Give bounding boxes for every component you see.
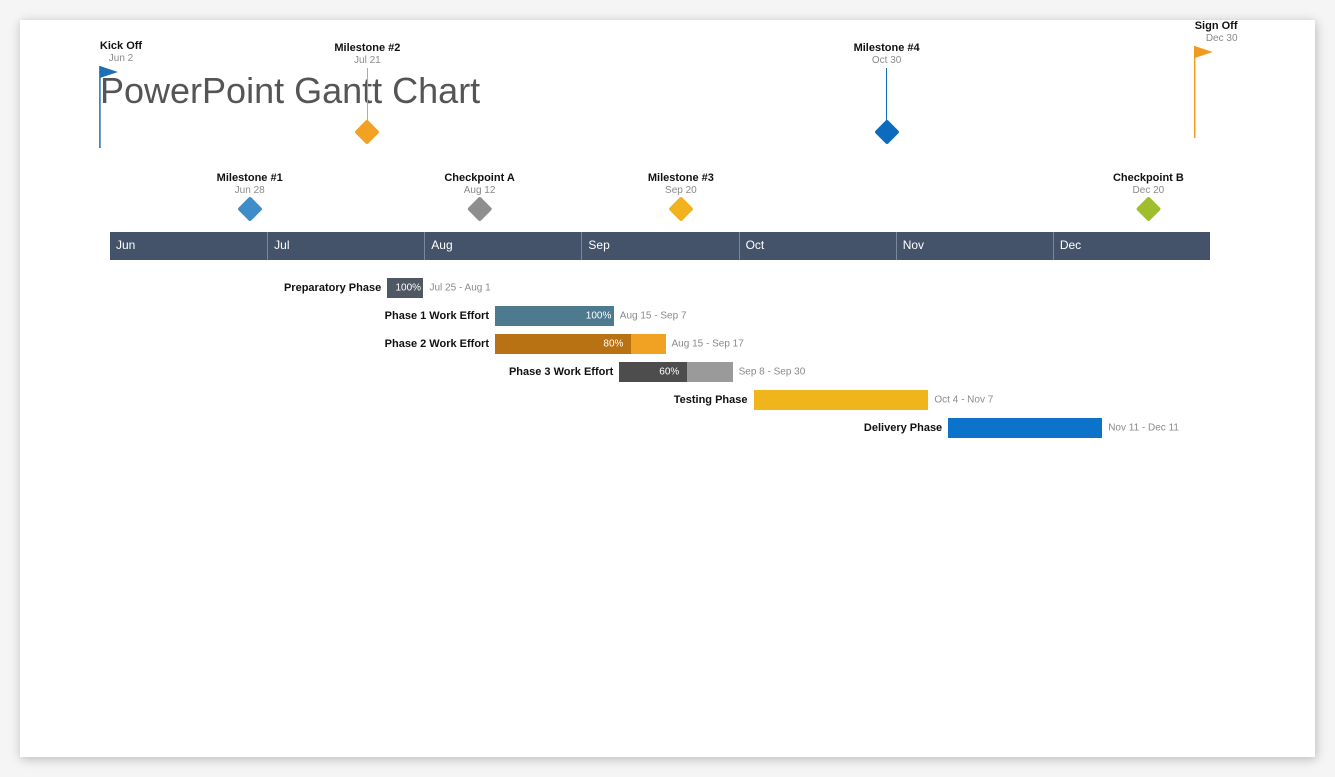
milestone-date: Jun 28 [217,185,283,196]
milestone-stem [367,68,368,123]
milestone-date: Jun 2 [100,53,142,64]
milestone: Milestone #2Jul 21 [334,42,400,141]
task-bar: 100% [387,278,423,298]
timeline-band: JunJulAugSepOctNovDec [110,232,1210,260]
diamond-icon [237,196,262,221]
milestone-stem [886,68,887,123]
milestone-date: Dec 30 [1195,33,1238,44]
milestone-date: Oct 30 [854,55,920,66]
flag-icon [98,66,120,148]
task-progress-pct: 60% [659,367,679,378]
diamond-icon [874,119,899,144]
milestone-name: Checkpoint A [444,172,515,184]
task-label: Phase 2 Work Effort [110,338,489,350]
milestone: Milestone #3Sep 20 [648,172,714,218]
task-label: Preparatory Phase [110,282,381,294]
diamond-icon [467,196,492,221]
task-range: Aug 15 - Sep 17 [672,339,744,350]
milestone-date: Aug 12 [444,185,515,196]
task-range: Aug 15 - Sep 7 [620,311,687,322]
task-row: Phase 2 Work Effort 80% Aug 15 - Sep 17 [110,334,1210,354]
month-cell: Jun [110,232,267,260]
milestone-date: Dec 20 [1113,185,1184,196]
milestone-name: Kick Off [100,40,142,52]
month-cell: Sep [581,232,738,260]
task-progress-pct: 100% [395,283,421,294]
month-cell: Oct [739,232,896,260]
task-range: Oct 4 - Nov 7 [934,395,993,406]
task-label: Delivery Phase [110,422,942,434]
milestone-name: Milestone #1 [217,172,283,184]
task-range: Sep 8 - Sep 30 [739,367,806,378]
milestone-name: Checkpoint B [1113,172,1184,184]
diamond-icon [1136,196,1161,221]
task-label: Testing Phase [110,394,748,406]
milestone-name: Milestone #3 [648,172,714,184]
task-row: Delivery Phase Nov 11 - Dec 11 [110,418,1210,438]
task-range: Nov 11 - Dec 11 [1108,423,1179,434]
page-title: PowerPoint Gantt Chart [100,70,1235,112]
task-bar: 100% [495,306,614,326]
task-bar: 80% [495,334,666,354]
task-range: Jul 25 - Aug 1 [430,283,491,294]
diamond-icon [355,119,380,144]
diamond-icon [668,196,693,221]
task-bar [948,418,1102,438]
task-row: Phase 3 Work Effort 60% Sep 8 - Sep 30 [110,362,1210,382]
task-row: Testing Phase Oct 4 - Nov 7 [110,390,1210,410]
task-row: Preparatory Phase 100% Jul 25 - Aug 1 [110,278,1210,298]
milestone-name: Milestone #2 [334,42,400,54]
slide: PowerPoint Gantt Chart Kick OffJun 2Mile… [20,20,1315,757]
task-label: Phase 1 Work Effort [110,310,489,322]
milestone: Sign OffDec 30 [1195,20,1238,138]
flag-icon [1193,46,1215,138]
milestone-date: Sep 20 [648,185,714,196]
task-bar [754,390,929,410]
milestone-name: Milestone #4 [854,42,920,54]
task-progress-pct: 100% [586,311,612,322]
milestone: Checkpoint AAug 12 [444,172,515,218]
milestone: Kick OffJun 2 [100,40,142,148]
task-bar: 60% [619,362,732,382]
milestone: Milestone #1Jun 28 [217,172,283,218]
task-label: Phase 3 Work Effort [110,366,613,378]
milestone: Milestone #4Oct 30 [854,42,920,141]
gantt-chart: Kick OffJun 2Milestone #1Jun 28Milestone… [110,232,1210,438]
month-cell: Aug [424,232,581,260]
month-cell: Jul [267,232,424,260]
task-progress-pct: 80% [603,339,623,350]
month-cell: Dec [1053,232,1210,260]
milestone-date: Jul 21 [334,55,400,66]
milestone: Checkpoint BDec 20 [1113,172,1184,218]
task-list: Preparatory Phase 100% Jul 25 - Aug 1 Phase… [110,278,1210,438]
month-cell: Nov [896,232,1053,260]
milestone-name: Sign Off [1195,20,1238,32]
task-row: Phase 1 Work Effort 100% Aug 15 - Sep 7 [110,306,1210,326]
